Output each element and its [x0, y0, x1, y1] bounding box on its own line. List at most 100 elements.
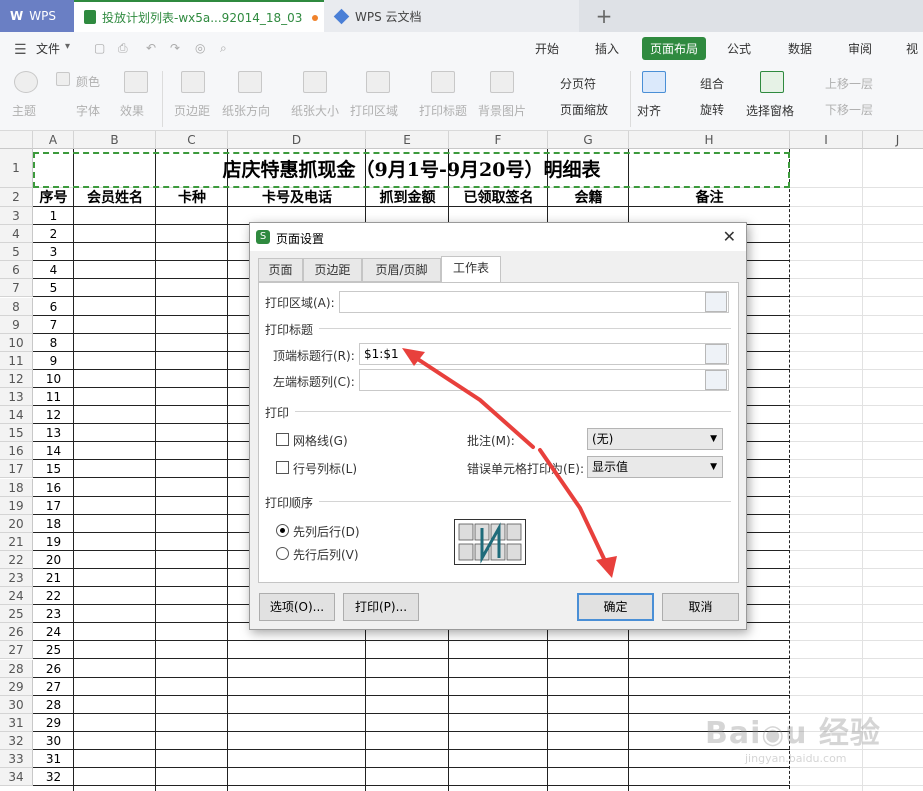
seq-cell[interactable]: 26 — [33, 660, 74, 678]
row-header[interactable]: 29 — [0, 677, 33, 696]
column-header-a[interactable]: A — [33, 131, 74, 149]
header-card-type[interactable]: 卡种 — [156, 189, 228, 207]
tab-margins[interactable]: 页边距 — [303, 258, 362, 282]
colors-icon[interactable] — [56, 72, 70, 86]
save-icon[interactable]: ▢ — [94, 41, 105, 55]
row-header[interactable]: 22 — [0, 550, 33, 569]
row-header[interactable]: 16 — [0, 442, 33, 461]
row-header[interactable]: 25 — [0, 605, 33, 624]
column-header-j[interactable]: J — [863, 131, 923, 149]
errors-select[interactable]: 显示值 ▼ — [587, 456, 723, 478]
row-header[interactable]: 18 — [0, 478, 33, 497]
row-header[interactable]: 7 — [0, 279, 33, 298]
seq-cell[interactable]: 1 — [33, 207, 74, 225]
row-header[interactable]: 19 — [0, 496, 33, 515]
header-membership[interactable]: 会籍 — [548, 189, 629, 207]
seq-cell[interactable]: 21 — [33, 569, 74, 587]
selection-pane-button[interactable]: 选择窗格 — [746, 102, 794, 119]
header-remarks[interactable]: 备注 — [629, 189, 790, 207]
header-signature[interactable]: 已领取签名 — [449, 189, 548, 207]
menu-insert[interactable]: 插入 — [595, 40, 619, 57]
print-icon[interactable]: ⎙ — [118, 41, 128, 56]
over-then-down-radio[interactable] — [276, 547, 289, 560]
fonts-button[interactable]: 字体 — [76, 102, 100, 119]
top-rows-picker-icon[interactable] — [705, 344, 727, 364]
seq-cell[interactable]: 6 — [33, 298, 74, 316]
options-button[interactable]: 选项(O)... — [259, 593, 335, 621]
sheet-title[interactable]: 店庆特惠抓现金（9月1号-9月20号）明细表 — [33, 152, 790, 188]
group-button[interactable]: 组合 — [700, 75, 724, 92]
row-header[interactable]: 3 — [0, 207, 33, 225]
seq-cell[interactable]: 4 — [33, 261, 74, 279]
background-image-button[interactable]: 背景图片 — [478, 102, 526, 119]
seq-cell[interactable]: 25 — [33, 641, 74, 659]
row-header[interactable]: 12 — [0, 369, 33, 388]
seq-cell[interactable]: 22 — [33, 587, 74, 605]
seq-cell[interactable]: 18 — [33, 515, 74, 533]
row-header[interactable]: 32 — [0, 731, 33, 750]
seq-cell[interactable]: 23 — [33, 605, 74, 623]
row-header[interactable]: 21 — [0, 532, 33, 551]
row-header[interactable]: 5 — [0, 243, 33, 262]
menu-formulas[interactable]: 公式 — [727, 40, 751, 57]
row-header[interactable]: 17 — [0, 460, 33, 479]
row-col-headers-checkbox[interactable] — [276, 461, 289, 474]
orientation-icon[interactable] — [238, 71, 262, 93]
print-button[interactable]: 打印(P)... — [343, 593, 419, 621]
column-header-d[interactable]: D — [228, 131, 366, 149]
menu-view[interactable]: 视 — [906, 40, 918, 57]
bring-forward-button[interactable]: 上移一层 — [825, 75, 873, 92]
align-button[interactable]: 对齐 — [637, 102, 661, 119]
row-header[interactable]: 31 — [0, 713, 33, 732]
hamburger-icon[interactable]: ☰ — [14, 42, 27, 58]
ok-button[interactable]: 确定 — [577, 593, 654, 621]
cancel-button[interactable]: 取消 — [662, 593, 739, 621]
seq-cell[interactable]: 19 — [33, 533, 74, 551]
seq-cell[interactable]: 5 — [33, 279, 74, 297]
row-header[interactable]: 8 — [0, 297, 33, 316]
find-icon[interactable]: ⌕ — [220, 41, 227, 56]
print-area-icon[interactable] — [366, 71, 390, 93]
print-titles-button[interactable]: 打印标题 — [419, 102, 467, 119]
align-icon[interactable] — [642, 71, 666, 93]
seq-cell[interactable]: 8 — [33, 334, 74, 352]
row-header[interactable]: 24 — [0, 587, 33, 606]
margins-button[interactable]: 页边距 — [174, 102, 210, 119]
close-icon[interactable]: ✕ — [723, 227, 736, 246]
row-header[interactable]: 34 — [0, 768, 33, 787]
seq-cell[interactable]: 32 — [33, 768, 74, 786]
header-amount[interactable]: 抓到金额 — [366, 189, 449, 207]
top-rows-input[interactable]: $1:$1 — [359, 343, 729, 365]
row-header[interactable]: 27 — [0, 641, 33, 660]
effects-icon[interactable] — [124, 71, 148, 93]
gridlines-checkbox[interactable] — [276, 433, 289, 446]
print-area-picker-icon[interactable] — [705, 292, 727, 312]
corner-select-all[interactable] — [0, 131, 33, 149]
redo-icon[interactable]: ↷ — [170, 41, 180, 55]
row-header[interactable]: 15 — [0, 424, 33, 443]
new-tab-button[interactable]: + — [579, 0, 629, 32]
header-card-phone[interactable]: 卡号及电话 — [228, 189, 366, 207]
file-menu[interactable]: 文件 — [36, 40, 60, 57]
page-scale-button[interactable]: 页面缩放 — [560, 101, 608, 118]
row-header[interactable]: 23 — [0, 569, 33, 587]
seq-cell[interactable]: 31 — [33, 750, 74, 768]
header-member-name[interactable]: 会员姓名 — [74, 189, 156, 207]
selection-pane-icon[interactable] — [760, 71, 784, 93]
column-header-c[interactable]: C — [156, 131, 228, 149]
background-image-icon[interactable] — [490, 71, 514, 93]
column-header-i[interactable]: I — [790, 131, 863, 149]
paper-size-icon[interactable] — [303, 71, 327, 93]
row-header[interactable]: 13 — [0, 388, 33, 406]
theme-button[interactable]: 主题 — [12, 102, 36, 119]
row-header[interactable]: 11 — [0, 351, 33, 370]
row-header[interactable]: 9 — [0, 315, 33, 334]
effects-button[interactable]: 效果 — [120, 102, 144, 119]
tab-page[interactable]: 页面 — [258, 258, 303, 282]
row-header[interactable]: 28 — [0, 659, 33, 678]
seq-cell[interactable]: 20 — [33, 551, 74, 569]
column-header-h[interactable]: H — [629, 131, 790, 149]
row-header[interactable]: 1 — [0, 149, 33, 188]
seq-cell[interactable]: 3 — [33, 243, 74, 261]
row-header[interactable]: 33 — [0, 750, 33, 768]
